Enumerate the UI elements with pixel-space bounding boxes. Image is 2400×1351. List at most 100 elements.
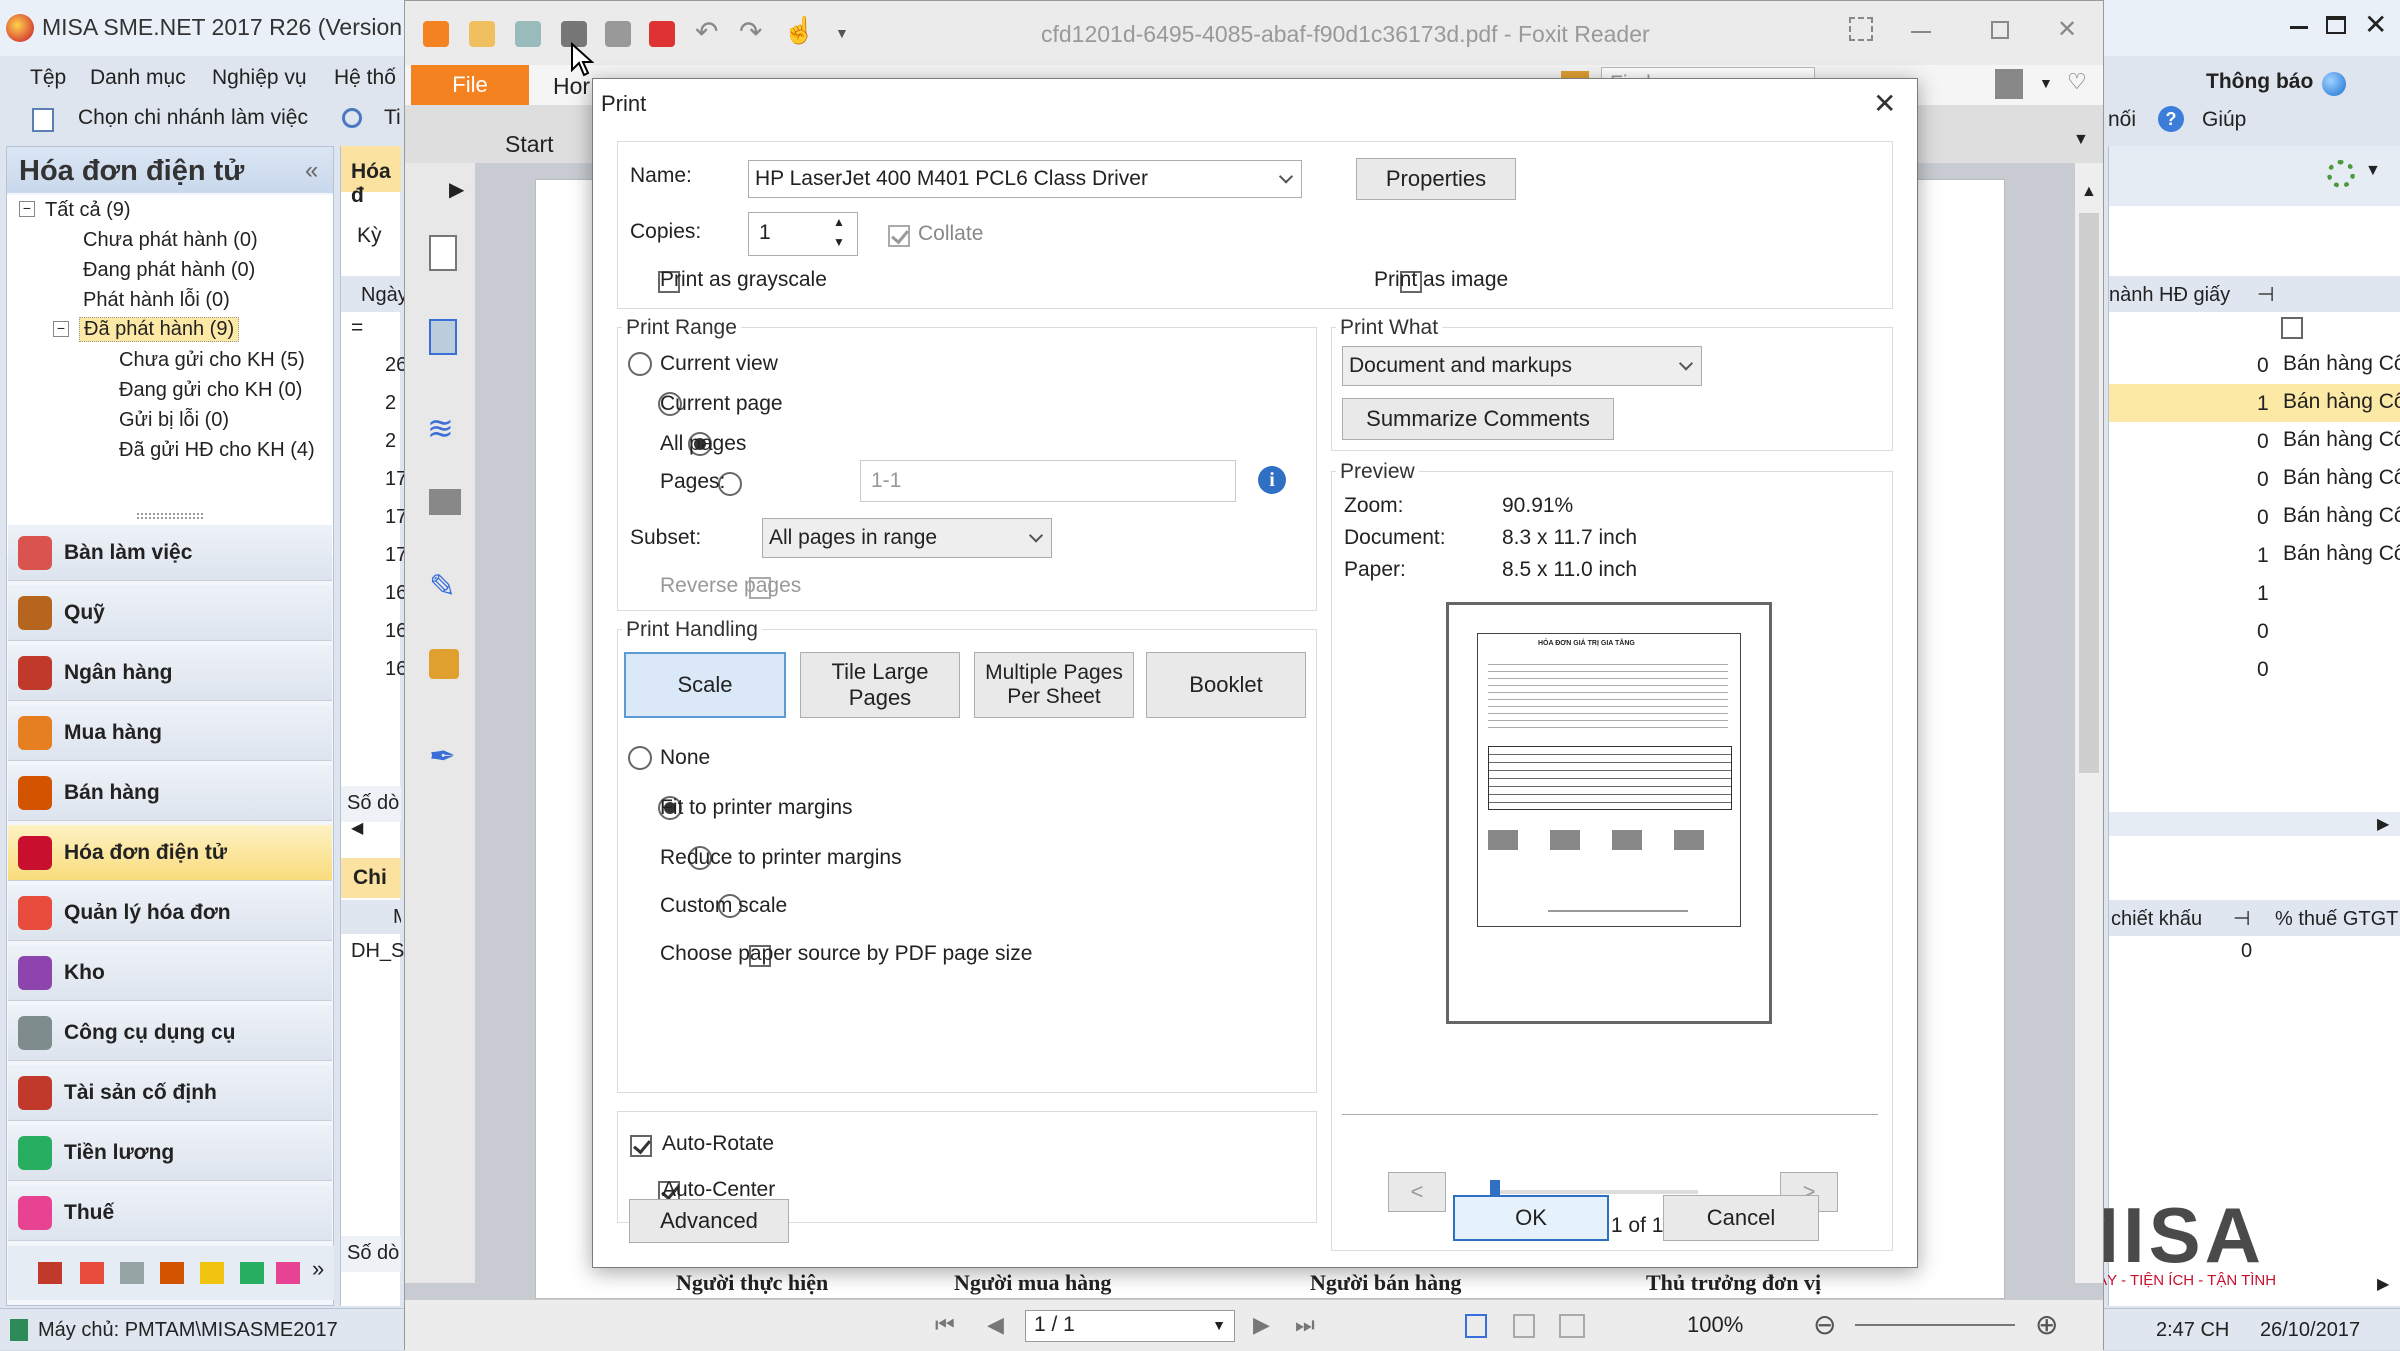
- layers-icon[interactable]: ≋: [427, 409, 454, 447]
- chevron-down-icon[interactable]: ▼: [1212, 1317, 1226, 1333]
- notify-label[interactable]: Thông báo: [2206, 70, 2313, 94]
- branch-toolbar-overflow[interactable]: Ti: [384, 106, 401, 130]
- collate-checkbox[interactable]: [888, 225, 910, 248]
- table-row[interactable]: 0 Bán hàng Cô: [2109, 460, 2400, 498]
- current-view-radio[interactable]: [628, 352, 652, 377]
- more-chevron-icon[interactable]: »: [312, 1256, 324, 1282]
- file-tab[interactable]: File: [411, 65, 529, 105]
- ok-button[interactable]: OK: [1453, 1195, 1609, 1241]
- tab-scale[interactable]: Scale: [624, 652, 786, 718]
- view-mode-icon[interactable]: [1559, 1314, 1585, 1338]
- fullscreen-icon[interactable]: [1849, 17, 1873, 41]
- lock-icon[interactable]: [429, 649, 459, 679]
- user-icon[interactable]: [1995, 69, 2023, 99]
- module-fixed-assets[interactable]: Tài sản cố định: [8, 1065, 332, 1121]
- tab-multiple-pages-per-sheet[interactable]: Multiple Pages Per Sheet: [974, 652, 1134, 718]
- shortcut-icon[interactable]: [38, 1262, 62, 1284]
- maximize-icon[interactable]: [2326, 16, 2346, 34]
- module-cash[interactable]: Quỹ: [8, 585, 332, 641]
- close-icon[interactable]: ✕: [2364, 8, 2387, 41]
- preview-prev-button[interactable]: <: [1388, 1172, 1446, 1212]
- close-icon[interactable]: ✕: [2057, 15, 2077, 44]
- shortcut-icon[interactable]: [276, 1262, 300, 1284]
- scroll-right-icon[interactable]: ▶: [2377, 814, 2389, 834]
- module-bank[interactable]: Ngân hàng: [8, 645, 332, 701]
- module-e-invoice[interactable]: Hóa đơn điện tử: [8, 825, 332, 881]
- chevron-down-icon[interactable]: ▼: [2039, 75, 2053, 91]
- pages-icon[interactable]: [429, 319, 457, 355]
- view-mode-icon[interactable]: [1465, 1314, 1487, 1338]
- open-icon[interactable]: [469, 21, 495, 47]
- cancel-button[interactable]: Cancel: [1663, 1195, 1819, 1241]
- module-purchase[interactable]: Mua hàng: [8, 705, 332, 761]
- pages-input[interactable]: 1-1: [860, 460, 1236, 502]
- detail-tab[interactable]: Chi: [341, 858, 401, 898]
- shortcut-icon[interactable]: [240, 1262, 264, 1284]
- bookmark-icon[interactable]: [429, 235, 457, 271]
- printer-select[interactable]: HP LaserJet 400 M401 PCL6 Class Driver: [748, 160, 1302, 198]
- branch-select-button[interactable]: Chọn chi nhánh làm việc: [78, 106, 308, 130]
- filter-checkbox[interactable]: [2281, 317, 2303, 339]
- tab-booklet[interactable]: Booklet: [1146, 652, 1306, 718]
- menu-item-file[interactable]: Tệp: [30, 66, 66, 90]
- tree-expander-icon[interactable]: −: [53, 321, 69, 337]
- module-sales[interactable]: Bán hàng: [8, 765, 332, 821]
- scroll-thumb[interactable]: [2079, 213, 2099, 773]
- tree-item-send-error[interactable]: Gửi bị lỗi (0): [119, 409, 229, 432]
- summarize-comments-button[interactable]: Summarize Comments: [1342, 398, 1614, 440]
- print-what-select[interactable]: Document and markups: [1342, 346, 1702, 386]
- properties-button[interactable]: Properties: [1356, 158, 1516, 200]
- tab-list-icon[interactable]: ▼: [2073, 131, 2089, 149]
- info-icon[interactable]: i: [1258, 466, 1286, 494]
- minimize-icon[interactable]: [2290, 26, 2308, 29]
- search-icon[interactable]: [342, 108, 362, 128]
- copies-stepper[interactable]: 1 ▲ ▼: [748, 212, 858, 256]
- prev-page-icon[interactable]: ◀: [987, 1312, 1004, 1338]
- page-setup-icon[interactable]: [605, 21, 631, 47]
- settings-gear-icon[interactable]: [2327, 160, 2355, 188]
- detail-header[interactable]: M: [341, 900, 401, 934]
- shortcut-icon[interactable]: [200, 1262, 224, 1284]
- minimize-icon[interactable]: [1911, 31, 1931, 33]
- menu-item-catalog[interactable]: Danh mục: [90, 66, 186, 90]
- undo-icon[interactable]: ↶: [695, 15, 718, 48]
- tree-expander-icon[interactable]: −: [19, 201, 35, 217]
- tree-item-all[interactable]: Tất cả (9): [45, 199, 131, 222]
- signature-icon[interactable]: ✒: [429, 737, 456, 775]
- zoom-level[interactable]: 100%: [1687, 1312, 1743, 1338]
- subset-select[interactable]: All pages in range: [762, 518, 1052, 558]
- column-header[interactable]: nành HĐ giấy ⊣: [2109, 276, 2400, 312]
- next-page-icon[interactable]: ▶: [1253, 1312, 1270, 1338]
- tree-item-not-sent[interactable]: Chưa gửi cho KH (5): [119, 349, 305, 372]
- shortcut-icon[interactable]: [80, 1262, 104, 1284]
- chevron-down-icon[interactable]: ▼: [2365, 162, 2381, 180]
- collapse-sidebar-icon[interactable]: «: [305, 157, 318, 185]
- table-row[interactable]: 0 Bán hàng Cô: [2109, 422, 2400, 460]
- detail-column-header[interactable]: chiết khấu ⊣ % thuế GTGT: [2109, 900, 2400, 936]
- scroll-right-icon[interactable]: ▶: [2377, 1274, 2389, 1294]
- table-row[interactable]: 0 Bán hàng Cô: [2109, 498, 2400, 536]
- table-row[interactable]: 1 Bán hàng Cô: [2109, 384, 2400, 422]
- table-row[interactable]: 1 Bán hàng Cô: [2109, 536, 2400, 574]
- module-tax[interactable]: Thuế: [8, 1185, 332, 1241]
- globe-icon[interactable]: [2322, 72, 2346, 96]
- menu-item-system[interactable]: Hệ thố: [334, 66, 396, 90]
- zoom-in-icon[interactable]: ⊕: [2035, 1308, 2058, 1341]
- filter-row[interactable]: [2109, 312, 2400, 344]
- stamp-icon[interactable]: [649, 21, 675, 47]
- scroll-up-icon[interactable]: ▲: [2081, 183, 2097, 201]
- attachment-icon[interactable]: ✎: [429, 567, 456, 605]
- table-row[interactable]: 0: [2109, 612, 2400, 650]
- close-icon[interactable]: ✕: [1873, 87, 1896, 120]
- scroll-left-icon[interactable]: ◀: [351, 818, 363, 838]
- shortcut-icon[interactable]: [120, 1262, 144, 1284]
- tree-item-sent[interactable]: Đã gửi HĐ cho KH (4): [119, 439, 315, 462]
- list-tab[interactable]: Hóa đ: [341, 146, 401, 207]
- tab-tile-large-pages[interactable]: Tile Large Pages: [800, 652, 960, 718]
- date-column-header[interactable]: Ngày: [341, 276, 408, 312]
- save-icon[interactable]: [515, 21, 541, 47]
- advanced-button[interactable]: Advanced: [629, 1199, 789, 1243]
- module-payroll[interactable]: Tiền lương: [8, 1125, 332, 1181]
- auto-rotate-checkbox[interactable]: [630, 1135, 652, 1158]
- module-invoice-management[interactable]: Quản lý hóa đơn: [8, 885, 332, 941]
